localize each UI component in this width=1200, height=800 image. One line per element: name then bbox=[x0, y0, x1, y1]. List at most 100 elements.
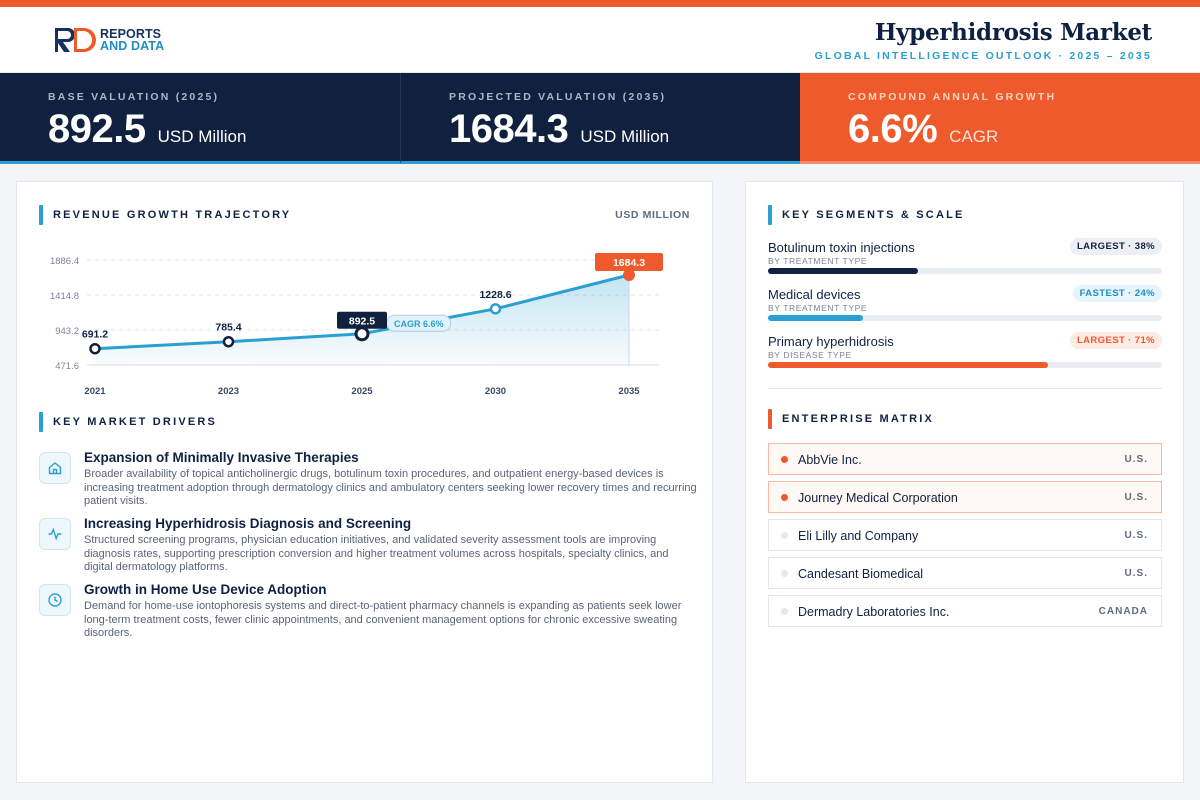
y-tick-label: 471.6 bbox=[55, 361, 79, 372]
data-label: 1684.3 bbox=[613, 257, 645, 269]
kpi-unit: USD Million bbox=[580, 127, 670, 146]
data-label: 691.2 bbox=[82, 329, 108, 341]
x-tick-label: 2035 bbox=[618, 386, 640, 397]
company-dot bbox=[781, 456, 788, 463]
clock-icon bbox=[39, 584, 71, 616]
data-label: 892.5 bbox=[349, 315, 375, 327]
company-name: Candesant Biomedical bbox=[798, 567, 924, 581]
data-point bbox=[354, 326, 370, 342]
segment-share-track bbox=[768, 315, 1162, 321]
segment-badge: FASTEST · 24% bbox=[1072, 285, 1162, 302]
x-tick-label: 2023 bbox=[218, 386, 239, 397]
segment-badge: LARGEST · 71% bbox=[1069, 332, 1162, 349]
driver-description: Broader availability of topical antichol… bbox=[84, 468, 697, 507]
company-name: AbbVie Inc. bbox=[798, 453, 862, 467]
segment-share-track bbox=[768, 362, 1162, 368]
y-tick-label: 1886.4 bbox=[50, 256, 79, 267]
company-row[interactable]: Eli Lilly and Company U.S. bbox=[768, 519, 1162, 551]
data-point bbox=[489, 303, 502, 315]
company-country: U.S. bbox=[1124, 530, 1148, 541]
section-accent-bar bbox=[768, 409, 772, 429]
x-tick-label: 2021 bbox=[84, 386, 106, 397]
kpi-base-valuation: BASE VALUATION (2025) 892.5 USD Million bbox=[0, 73, 400, 164]
segment-item: Botulinum toxin injections BY TREATMENT … bbox=[768, 238, 1162, 285]
kpi-projected-valuation: PROJECTED VALUATION (2035) 1684.3 USD Mi… bbox=[400, 73, 800, 164]
logo-mark-icon bbox=[55, 28, 96, 52]
company-row[interactable]: Journey Medical Corporation U.S. bbox=[768, 481, 1162, 513]
chart-section-title-text: REVENUE GROWTH TRAJECTORY bbox=[53, 209, 292, 221]
data-label: 1228.6 bbox=[479, 289, 511, 301]
y-tick-label: 1414.8 bbox=[50, 291, 79, 302]
company-name: Journey Medical Corporation bbox=[798, 491, 958, 505]
segment-name: Primary hyperhidrosis bbox=[768, 334, 894, 349]
company-country: CANADA bbox=[1098, 606, 1148, 617]
company-country: U.S. bbox=[1124, 568, 1148, 579]
driver-description: Structured screening programs, physician… bbox=[84, 534, 669, 573]
drivers-section-title-text: KEY MARKET DRIVERS bbox=[53, 416, 218, 428]
segments-section-title: KEY SEGMENTS & SCALE bbox=[768, 205, 965, 225]
cagr-annotation-text: CAGR 6.6% bbox=[394, 319, 444, 329]
data-label: 785.4 bbox=[215, 322, 241, 334]
segment-share-fill bbox=[768, 268, 918, 274]
company-dot bbox=[781, 532, 788, 539]
kpi-label: PROJECTED VALUATION (2035) bbox=[449, 91, 667, 103]
segment-item: Medical devices BY TREATMENT TYPE FASTES… bbox=[768, 285, 1162, 332]
section-divider bbox=[768, 388, 1162, 389]
section-accent-bar bbox=[768, 205, 772, 225]
company-dot bbox=[781, 494, 788, 501]
kpi-value: 1684.3 bbox=[449, 107, 569, 151]
company-name: Dermadry Laboratories Inc. bbox=[798, 605, 950, 619]
kpi-value: 892.5 bbox=[48, 107, 146, 151]
section-accent-bar bbox=[39, 412, 43, 432]
driver-title: Expansion of Minimally Invasive Therapie… bbox=[84, 450, 359, 465]
activity-icon bbox=[39, 518, 71, 550]
segments-list: Botulinum toxin injections BY TREATMENT … bbox=[768, 238, 1162, 379]
segments-card: KEY SEGMENTS & SCALE Botulinum toxin inj… bbox=[745, 181, 1184, 783]
data-point bbox=[222, 335, 235, 348]
segment-category: BY TREATMENT TYPE bbox=[768, 303, 868, 313]
kpi-row: BASE VALUATION (2025) 892.5 USD Million … bbox=[0, 73, 1200, 164]
x-tick-label: 2030 bbox=[485, 386, 506, 397]
segment-share-fill bbox=[768, 362, 1048, 368]
section-accent-bar bbox=[39, 205, 43, 225]
kpi-label: BASE VALUATION (2025) bbox=[48, 91, 220, 103]
company-row[interactable]: AbbVie Inc. U.S. bbox=[768, 443, 1162, 475]
driver-title: Growth in Home Use Device Adoption bbox=[84, 582, 327, 597]
company-country: U.S. bbox=[1124, 454, 1148, 465]
x-tick-label: 2025 bbox=[351, 386, 373, 397]
segment-category: BY DISEASE TYPE bbox=[768, 350, 852, 360]
kpi-label: COMPOUND ANNUAL GROWTH bbox=[848, 91, 1057, 103]
chart-unit-label: USD MILLION bbox=[615, 209, 690, 221]
y-tick-label: 943.2 bbox=[55, 326, 79, 337]
company-row[interactable]: Dermadry Laboratories Inc. CANADA bbox=[768, 595, 1162, 627]
top-accent-stripe bbox=[0, 0, 1200, 7]
company-name: Eli Lilly and Company bbox=[798, 529, 919, 543]
driver-item: Expansion of Minimally Invasive Therapie… bbox=[39, 450, 699, 516]
company-dot bbox=[781, 570, 788, 577]
trajectory-card: REVENUE GROWTH TRAJECTORY USD MILLION 18… bbox=[16, 181, 713, 783]
kpi-cagr: COMPOUND ANNUAL GROWTH 6.6% CAGR bbox=[800, 73, 1200, 164]
drivers-list: Expansion of Minimally Invasive Therapie… bbox=[39, 450, 699, 648]
chart-section-title: REVENUE GROWTH TRAJECTORY bbox=[39, 205, 291, 225]
data-point bbox=[89, 342, 101, 355]
matrix-section-title: ENTERPRISE MATRIX bbox=[768, 409, 934, 429]
segment-name: Botulinum toxin injections bbox=[768, 240, 915, 255]
segment-name: Medical devices bbox=[768, 287, 861, 302]
matrix-section-title-text: ENTERPRISE MATRIX bbox=[782, 413, 935, 425]
segment-category: BY TREATMENT TYPE bbox=[768, 256, 868, 266]
revenue-area-chart: 1886.4 1414.8 943.2 471.6 CAGR 6.6% 691.2 2021… bbox=[50, 252, 663, 397]
page-subtitle: GLOBAL INTELLIGENCE OUTLOOK · 2025 – 203… bbox=[814, 50, 1152, 62]
driver-item: Increasing Hyperhidrosis Diagnosis and S… bbox=[39, 516, 699, 582]
segment-badge: LARGEST · 38% bbox=[1069, 238, 1162, 255]
kpi-unit: USD Million bbox=[157, 127, 247, 146]
brand-logo: REPORTS AND DATA bbox=[54, 27, 164, 53]
segment-share-track bbox=[768, 268, 1162, 274]
driver-item: Growth in Home Use Device Adoption Deman… bbox=[39, 582, 699, 648]
brand-line-2: AND DATA bbox=[100, 39, 165, 53]
driver-title: Increasing Hyperhidrosis Diagnosis and S… bbox=[84, 516, 412, 531]
segment-item: Primary hyperhidrosis BY DISEASE TYPE LA… bbox=[768, 332, 1162, 379]
company-country: U.S. bbox=[1124, 492, 1148, 503]
driver-description: Demand for home-use iontophoresis system… bbox=[84, 600, 682, 639]
company-dot bbox=[781, 608, 788, 615]
company-row[interactable]: Candesant Biomedical U.S. bbox=[768, 557, 1162, 589]
